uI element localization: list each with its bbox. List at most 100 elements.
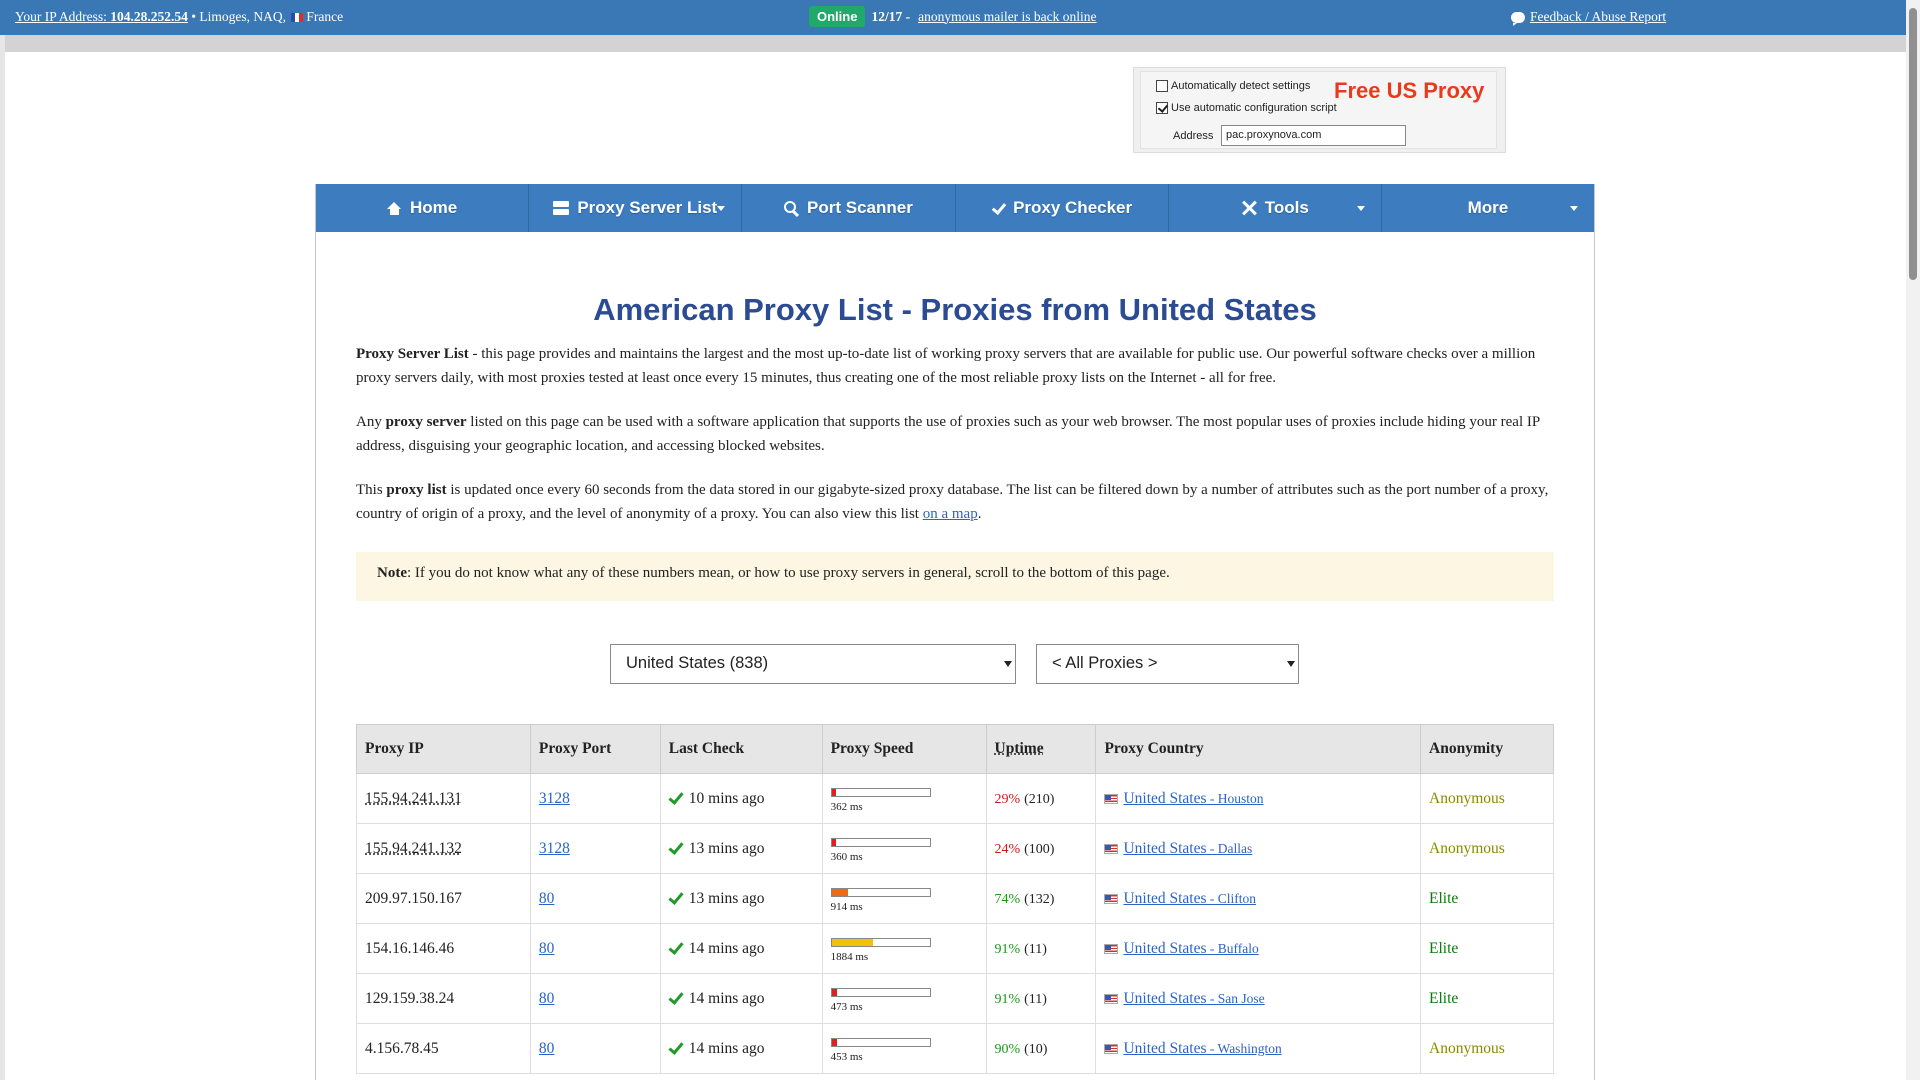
proxy-port-link[interactable]: 80 [539, 990, 555, 1007]
ip-info: Your IP Address: 104.28.252.54 • Limoges… [15, 9, 343, 25]
uptime-percent: 24% [994, 841, 1021, 857]
speed-bar-fill [831, 839, 837, 846]
ad-checkbox-checked [1156, 102, 1168, 114]
ad-title: Free US Proxy [1334, 78, 1485, 103]
us-flag-icon [1104, 993, 1119, 1004]
proxy-port-cell: 80 [529, 873, 661, 924]
last-check-time: 13 mins ago [688, 889, 765, 907]
proxy-country-link[interactable]: United States - Buffalo [1123, 940, 1258, 957]
proxy-port-link[interactable]: 3128 [539, 840, 570, 857]
ad-option-label: Use automatic configuration script [1171, 102, 1337, 114]
proxy-speed-cell: 473 ms [821, 973, 987, 1024]
proxy-port-cell: 80 [529, 1023, 661, 1074]
ad-panel: Automatically detect settings Use automa… [1140, 71, 1497, 149]
service-status: Online 12/17 - anonymous mailer is back … [809, 6, 1097, 27]
nav-label: Tools [1264, 198, 1309, 217]
proxy-country-link[interactable]: United States - Dallas [1123, 840, 1252, 857]
uptime-cell: 91% (11) [985, 973, 1097, 1024]
ad-checkbox-unchecked [1156, 80, 1168, 92]
proxy-country-link[interactable]: United States - San Jose [1123, 990, 1264, 1007]
check-mark-icon [669, 893, 682, 903]
nav-proxy-checker[interactable]: Proxy Checker [956, 184, 1169, 232]
main-nav: Home Proxy Server List Port Scanner Prox… [316, 184, 1594, 232]
uptime-percent: 29% [994, 791, 1021, 807]
ip-address-label: Your IP Address: [15, 9, 107, 24]
anonymity-level: Anonymous [1429, 1039, 1505, 1057]
proxy-country-cell: United States - Washington [1095, 1023, 1422, 1074]
proxy-port-link[interactable]: 80 [539, 940, 555, 957]
scrollbar-thumb[interactable] [1909, 8, 1917, 280]
anonymity-cell: Anonymous [1420, 823, 1554, 874]
last-check-cell: 13 mins ago [659, 823, 823, 874]
proxy-country-link[interactable]: United States - Houston [1123, 790, 1263, 807]
proxy-ip-cell: 4.156.78.45 [356, 1023, 531, 1074]
update-bold: proxy list [386, 482, 447, 498]
nav-home[interactable]: Home [316, 184, 530, 232]
uptime-header-label: Uptime [994, 740, 1044, 757]
table-row: 154.16.146.46 80 14 mins ago 1884 ms 91% (11… [356, 923, 1554, 974]
anonymity-select-value: < All Proxies > [1052, 654, 1158, 672]
usage-bold: proxy server [385, 414, 467, 430]
proxy-ip: 209.97.150.167 [365, 889, 462, 907]
intro-bold: Proxy Server List [356, 346, 469, 362]
dropdown-arrow-icon [1004, 661, 1012, 667]
proxy-port-link[interactable]: 80 [539, 1040, 555, 1057]
anonymity-level: Elite [1429, 989, 1459, 1007]
header-proxy-ip: Proxy IP [356, 724, 531, 774]
ad-address-label: Address [1173, 130, 1214, 142]
speed-bar-fill [831, 1039, 838, 1046]
uptime-cell: 24% (100) [985, 823, 1097, 874]
nav-label: More [1467, 198, 1509, 217]
feedback: Feedback / Abuse Report [1511, 9, 1666, 26]
check-mark-icon [669, 993, 682, 1003]
anonymity-select[interactable]: < All Proxies > [1036, 644, 1299, 684]
ip-address-link[interactable]: Your IP Address: 104.28.252.54 [15, 9, 188, 24]
check-mark-icon [669, 793, 682, 803]
proxy-country-cell: United States - Houston [1095, 773, 1422, 824]
nav-tools[interactable]: Tools [1169, 184, 1382, 232]
proxy-port-link[interactable]: 3128 [539, 790, 570, 807]
last-check-cell: 14 mins ago [659, 923, 823, 974]
chat-bubble-icon [1511, 11, 1525, 26]
check-icon [991, 202, 1005, 214]
nav-port-scanner[interactable]: Port Scanner [742, 184, 956, 232]
proxy-ip-cell: 209.97.150.167 [356, 873, 531, 924]
proxy-country-cell: United States - San Jose [1095, 973, 1422, 1024]
speed-bar [830, 888, 931, 897]
table-row: 129.159.38.24 80 14 mins ago 473 ms 91% (11)… [356, 973, 1554, 1024]
uptime-cell: 90% (10) [985, 1023, 1097, 1074]
check-mark-icon [669, 943, 682, 953]
note-label: Note [377, 565, 407, 581]
country-select[interactable]: United States (838) [610, 644, 1016, 684]
home-icon [386, 201, 402, 215]
nav-more[interactable]: More [1382, 184, 1594, 232]
free-us-proxy-ad[interactable]: Automatically detect settings Use automa… [1133, 67, 1506, 153]
nav-proxy-server-list[interactable]: Proxy Server List [529, 184, 743, 232]
country-name: United States [1123, 889, 1207, 907]
page-scrollbar[interactable] [1906, 0, 1920, 1080]
proxy-country-cell: United States - Buffalo [1095, 923, 1422, 974]
anonymity-level: Elite [1429, 889, 1459, 907]
table-row: 155.94.241.132 3128 13 mins ago 360 ms 24% (… [356, 823, 1554, 874]
uptime-count: (10) [1024, 1041, 1048, 1057]
last-check-cell: 13 mins ago [659, 873, 823, 924]
proxy-port-link[interactable]: 80 [539, 890, 555, 907]
city-name: - San Jose [1206, 990, 1265, 1006]
nav-label: Proxy Server List [577, 198, 718, 217]
proxy-country-link[interactable]: United States - Clifton [1123, 890, 1256, 907]
view-on-map-link[interactable]: on a map [923, 506, 978, 522]
ad-address-field: pac.proxynova.com [1221, 125, 1406, 146]
uptime-count: (210) [1024, 791, 1055, 807]
proxy-country-link[interactable]: United States - Washington [1123, 1040, 1281, 1057]
proxy-ip: 155.94.241.132 [365, 839, 462, 857]
status-message-link[interactable]: anonymous mailer is back online [918, 9, 1096, 25]
proxy-ip: 129.159.38.24 [365, 989, 455, 1007]
last-check-time: 14 mins ago [688, 989, 765, 1007]
city-name: - Clifton [1206, 890, 1257, 906]
intro-text: - this page provides and maintains the l… [356, 346, 1536, 386]
speed-bar [830, 938, 931, 947]
speed-bar-fill [831, 889, 849, 896]
uptime-cell: 91% (11) [985, 923, 1097, 974]
last-check-time: 13 mins ago [688, 839, 765, 857]
feedback-abuse-link[interactable]: Feedback / Abuse Report [1530, 9, 1666, 25]
